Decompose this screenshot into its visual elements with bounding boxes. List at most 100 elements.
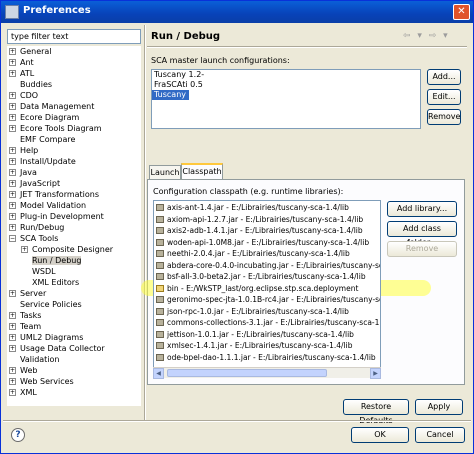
tree-item[interactable]: + Ecore Diagram — [9, 112, 79, 123]
expand-icon[interactable]: + — [9, 290, 16, 297]
collapse-icon[interactable]: − — [9, 235, 16, 242]
tree-item[interactable]: + Ecore Tools Diagram — [9, 123, 102, 134]
expand-icon[interactable]: + — [9, 59, 16, 66]
expand-icon[interactable]: + — [9, 169, 16, 176]
expand-icon[interactable]: + — [9, 323, 16, 330]
tree-item[interactable]: + Install/Update — [9, 156, 76, 167]
master-config-item[interactable]: FraSCAti 0.5 — [152, 80, 420, 90]
tree-item[interactable]: + XML — [9, 387, 37, 398]
tab-classpath[interactable]: Classpath — [181, 163, 223, 179]
master-config-item[interactable]: Tuscany 1.2- — [152, 70, 420, 80]
expand-icon[interactable]: + — [9, 70, 16, 77]
tree-item[interactable]: Validation — [9, 354, 60, 365]
expand-icon[interactable]: + — [9, 334, 16, 341]
add-library-button[interactable]: Add library... — [387, 201, 457, 217]
tree-item[interactable]: XML Editors — [21, 277, 79, 288]
classpath-item[interactable]: abdera-core-0.4.0-incubating.jar - E:/Li… — [156, 261, 380, 271]
expand-icon[interactable]: + — [9, 312, 16, 319]
apply-button[interactable]: Apply — [415, 399, 463, 415]
classpath-horizontal-scrollbar[interactable]: ◀ ▶ — [153, 367, 381, 379]
master-config-item[interactable]: Tuscany — [152, 90, 190, 100]
tab-launch[interactable]: Launch — [149, 165, 181, 179]
tree-item[interactable]: + Usage Data Collector — [9, 343, 105, 354]
expand-icon[interactable]: + — [9, 147, 16, 154]
tree-item[interactable]: Run / Debug — [21, 255, 82, 266]
scroll-left-icon[interactable]: ◀ — [153, 368, 164, 379]
tree-item[interactable]: + Plug-in Development — [9, 211, 104, 222]
tree-item[interactable]: + General — [9, 46, 52, 57]
classpath-item[interactable]: json-rpc-1.0.jar - E:/Librairies/tuscany… — [156, 307, 349, 317]
tree-item-label: Web Services — [20, 377, 74, 386]
edit-button[interactable]: Edit... — [427, 89, 461, 105]
expand-icon[interactable]: + — [9, 114, 16, 121]
tree-item[interactable]: + JavaScript — [9, 178, 60, 189]
expand-icon[interactable]: + — [9, 158, 16, 165]
classpath-item[interactable]: ode-bpel-dao-1.1.1.jar - E:/Librairies/t… — [156, 353, 376, 363]
cancel-button[interactable]: Cancel — [415, 427, 465, 443]
tree-item[interactable]: WSDL — [21, 266, 56, 277]
classpath-item[interactable]: commons-collections-3.1.jar - E:/Librair… — [156, 318, 380, 328]
expand-icon[interactable]: + — [9, 345, 16, 352]
help-icon[interactable]: ? — [11, 428, 25, 442]
ok-button[interactable]: OK — [351, 427, 409, 443]
sash-divider[interactable] — [144, 25, 146, 420]
scroll-right-icon[interactable]: ▶ — [370, 368, 381, 379]
tree-item[interactable]: + Run/Debug — [9, 222, 64, 233]
master-config-list[interactable]: Tuscany 1.2- FraSCAti 0.5 Tuscany — [151, 69, 421, 129]
classpath-item[interactable]: axis-ant-1.4.jar - E:/Librairies/tuscany… — [156, 203, 349, 213]
tree-item[interactable]: + Java — [9, 167, 37, 178]
tree-item[interactable]: + Tasks — [9, 310, 41, 321]
tree-item[interactable]: + Web — [9, 365, 37, 376]
expand-icon[interactable]: + — [9, 213, 16, 220]
restore-defaults-button[interactable]: Restore Defaults — [343, 399, 409, 425]
classpath-item[interactable]: axiom-api-1.2.7.jar - E:/Librairies/tusc… — [156, 215, 363, 225]
tree-item[interactable]: Buddies — [9, 79, 52, 90]
filter-input[interactable]: type filter text — [7, 29, 141, 44]
classpath-item[interactable]: bin - E:/WkSTP_last/org.eclipse.stp.sca.… — [156, 284, 358, 294]
expand-icon[interactable]: + — [9, 224, 16, 231]
expand-icon[interactable]: + — [9, 48, 16, 55]
tree-item[interactable]: + CDO — [9, 90, 38, 101]
scroll-thumb[interactable] — [167, 369, 327, 377]
tree-item[interactable]: EMF Compare — [9, 134, 75, 145]
tree-item[interactable]: + Data Management — [9, 101, 94, 112]
tree-item[interactable]: + Ant — [9, 57, 34, 68]
tree-item[interactable]: + JET Transformations — [9, 189, 99, 200]
classpath-item[interactable]: geronimo-spec-jta-1.0.1B-rc4.jar - E:/Li… — [156, 295, 380, 305]
tree-item[interactable]: + ATL — [9, 68, 34, 79]
classpath-item[interactable]: xmlsec-1.4.1.jar - E:/Librairies/tuscany… — [156, 341, 352, 351]
expand-icon[interactable]: + — [9, 92, 16, 99]
expand-icon[interactable]: + — [9, 125, 16, 132]
classpath-item[interactable]: woden-api-1.0M8.jar - E:/Librairies/tusc… — [156, 238, 369, 248]
expand-icon[interactable]: + — [9, 389, 16, 396]
tree-item[interactable]: + Help — [9, 145, 38, 156]
expand-icon[interactable]: + — [9, 202, 16, 209]
tree-item[interactable]: + Server — [9, 288, 46, 299]
tree-item[interactable]: + Model Validation — [9, 200, 86, 211]
add-button[interactable]: Add... — [427, 69, 461, 85]
close-button[interactable]: ✕ — [453, 4, 470, 20]
nav-history-icons[interactable]: ⇦ ▾ ⇨ ▾ — [403, 31, 450, 41]
classpath-item[interactable]: neethi-2.0.4.jar - E:/Librairies/tuscany… — [156, 249, 350, 259]
remove-button[interactable]: Remove — [427, 109, 461, 125]
classpath-item[interactable]: jettison-1.0.1.jar - E:/Librairies/tusca… — [156, 330, 354, 340]
tree-item[interactable]: − SCA Tools — [9, 233, 58, 244]
expand-icon[interactable]: + — [9, 367, 16, 374]
expand-icon[interactable]: + — [9, 103, 16, 110]
classpath-item[interactable]: axis2-adb-1.4.1.jar - E:/Librairies/tusc… — [156, 226, 363, 236]
add-class-folder-button[interactable]: Add class folder... — [387, 221, 457, 247]
tree-item[interactable]: + UML2 Diagrams — [9, 332, 83, 343]
classpath-item[interactable]: bsf-all-3.0-beta2.jar - E:/Librairies/tu… — [156, 272, 366, 282]
tree-item[interactable]: Service Policies — [9, 299, 82, 310]
expand-icon[interactable]: + — [21, 246, 28, 253]
expand-icon[interactable]: + — [9, 378, 16, 385]
tree-item[interactable]: + Team — [9, 321, 41, 332]
tree-item[interactable]: + Composite Designer — [21, 244, 113, 255]
tree-item[interactable]: + Web Services — [9, 376, 74, 387]
jar-icon — [156, 296, 164, 303]
expand-icon[interactable]: + — [9, 191, 16, 198]
classpath-list[interactable]: axis-ant-1.4.jar - E:/Librairies/tuscany… — [153, 200, 381, 378]
remove-classpath-button[interactable]: Remove — [387, 241, 457, 257]
tree-item-label: Run/Debug — [20, 223, 65, 232]
expand-icon[interactable]: + — [9, 180, 16, 187]
